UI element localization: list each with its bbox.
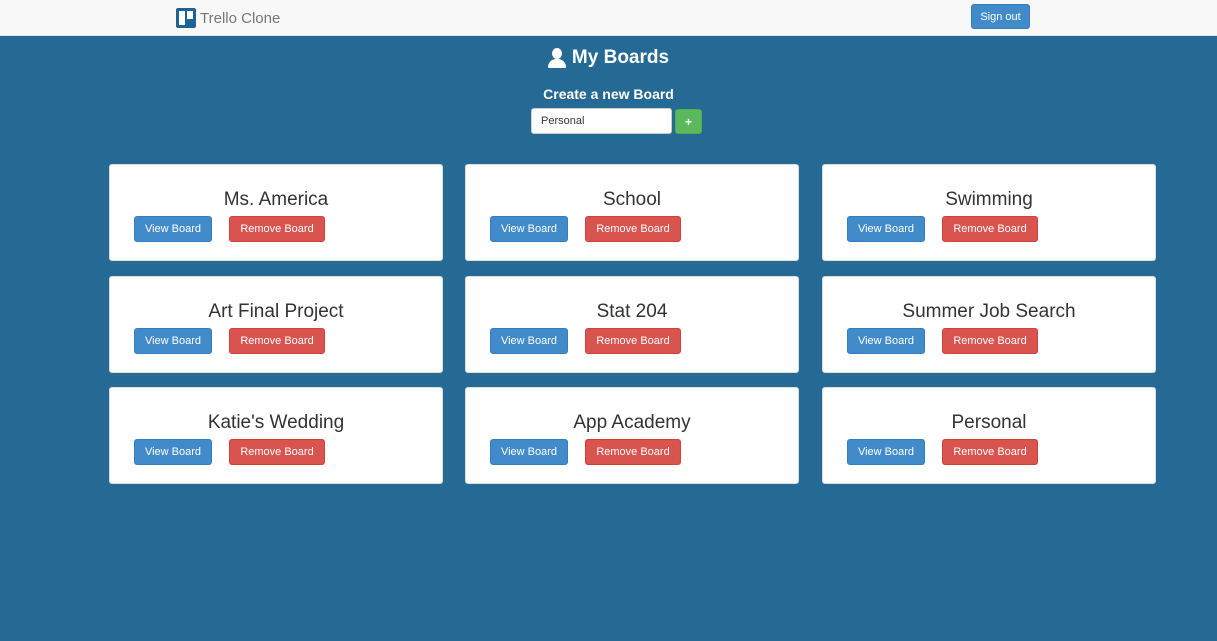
board-card: Katie's Wedding View Board Remove Board xyxy=(109,387,443,484)
view-board-button[interactable]: View Board xyxy=(847,328,925,354)
view-board-button[interactable]: View Board xyxy=(134,328,212,354)
view-board-button[interactable]: View Board xyxy=(847,439,925,465)
board-card: Summer Job Search View Board Remove Boar… xyxy=(822,276,1156,373)
board-title: School xyxy=(602,189,662,210)
trello-logo-icon xyxy=(176,8,196,28)
brand-link[interactable]: Trello Clone xyxy=(176,8,280,28)
board-title: Personal xyxy=(951,412,1027,433)
board-card: Ms. America View Board Remove Board xyxy=(109,164,443,261)
add-board-button[interactable]: + xyxy=(675,109,702,134)
board-card: Personal View Board Remove Board xyxy=(822,387,1156,484)
view-board-button[interactable]: View Board xyxy=(134,439,212,465)
view-board-button[interactable]: View Board xyxy=(490,439,568,465)
navbar: Trello Clone Sign out xyxy=(0,0,1217,36)
page-title: My Boards xyxy=(571,47,670,68)
board-card: School View Board Remove Board xyxy=(465,164,799,261)
create-board-label: Create a new Board xyxy=(543,86,674,102)
remove-board-button[interactable]: Remove Board xyxy=(229,328,325,354)
board-title: Stat 204 xyxy=(596,301,668,322)
remove-board-button[interactable]: Remove Board xyxy=(942,439,1038,465)
page-header: My Boards xyxy=(0,47,1217,73)
board-card: Art Final Project View Board Remove Boar… xyxy=(109,276,443,373)
board-title: Swimming xyxy=(945,189,1033,210)
remove-board-button[interactable]: Remove Board xyxy=(585,439,681,465)
remove-board-button[interactable]: Remove Board xyxy=(585,216,681,242)
remove-board-button[interactable]: Remove Board xyxy=(585,328,681,354)
remove-board-button[interactable]: Remove Board xyxy=(942,328,1038,354)
view-board-button[interactable]: View Board xyxy=(490,328,568,354)
board-title: App Academy xyxy=(573,412,691,433)
board-title: Summer Job Search xyxy=(902,301,1076,322)
sign-out-button[interactable]: Sign out xyxy=(971,4,1030,29)
remove-board-button[interactable]: Remove Board xyxy=(229,439,325,465)
remove-board-button[interactable]: Remove Board xyxy=(942,216,1038,242)
brand-text: Trello Clone xyxy=(200,9,281,27)
board-card: Swimming View Board Remove Board xyxy=(822,164,1156,261)
board-title: Art Final Project xyxy=(208,301,344,322)
board-title: Ms. America xyxy=(223,189,329,210)
board-card: Stat 204 View Board Remove Board xyxy=(465,276,799,373)
remove-board-button[interactable]: Remove Board xyxy=(229,216,325,242)
user-icon xyxy=(547,48,566,68)
board-name-input[interactable] xyxy=(531,108,672,134)
board-title: Katie's Wedding xyxy=(207,412,345,433)
board-card: App Academy View Board Remove Board xyxy=(465,387,799,484)
view-board-button[interactable]: View Board xyxy=(134,216,212,242)
view-board-button[interactable]: View Board xyxy=(490,216,568,242)
view-board-button[interactable]: View Board xyxy=(847,216,925,242)
